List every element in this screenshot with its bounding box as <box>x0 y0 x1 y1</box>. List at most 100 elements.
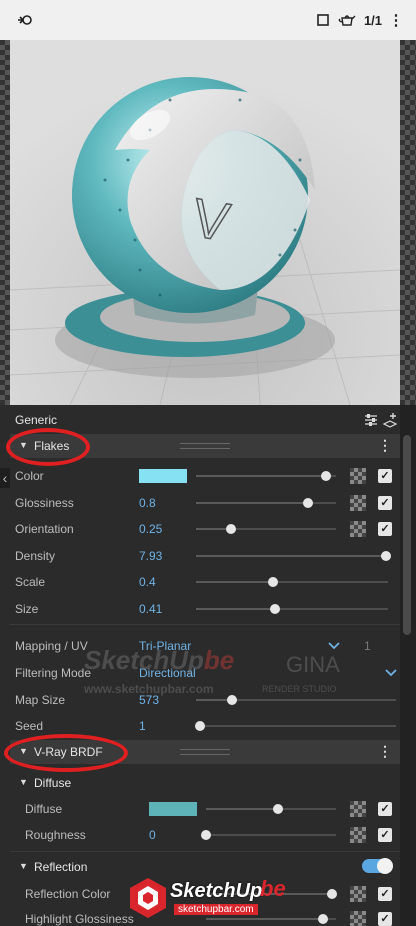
slider-knob[interactable] <box>321 471 332 481</box>
render-image: V <box>10 40 400 405</box>
reflection-title: Reflection <box>34 860 88 874</box>
chevron-down-icon[interactable] <box>328 639 340 653</box>
brand-watermark: SketchUpbe <box>84 645 235 675</box>
gina-watermark: GINA <box>286 652 340 677</box>
filtering-label: Filtering Mode <box>15 666 92 680</box>
add-layer-icon[interactable] <box>382 412 398 431</box>
collapse-triangle-icon[interactable]: ▼ <box>19 861 28 871</box>
slider-knob[interactable] <box>272 804 283 814</box>
preview-toolbar: 1/1 ⋮ <box>0 0 416 40</box>
highlight-ellipse <box>6 428 90 466</box>
param-row: Size 0.41 <box>10 596 400 622</box>
checker-background <box>0 40 10 405</box>
slider-knob[interactable] <box>269 604 280 614</box>
uv-channel[interactable]: 1 <box>364 639 371 653</box>
map-size-label: Map Size <box>15 693 66 707</box>
map-enable-checkbox[interactable]: ✓ <box>378 802 392 816</box>
param-slider[interactable] <box>196 497 336 508</box>
vertical-dots-icon[interactable]: ⋮ <box>378 743 392 760</box>
teapot-icon[interactable] <box>336 10 358 30</box>
reflection-toggle[interactable] <box>362 858 393 874</box>
chevron-down-icon[interactable] <box>385 666 397 680</box>
param-slider[interactable] <box>196 604 388 614</box>
drag-handle[interactable] <box>180 443 230 449</box>
param-value[interactable]: 0.4 <box>139 575 156 589</box>
render-icon[interactable] <box>14 10 36 30</box>
brand-logo: SketchUp be sketchupbar.com <box>128 876 288 920</box>
color-swatch[interactable] <box>139 469 187 483</box>
param-slider[interactable] <box>196 577 388 588</box>
param-row: Density 7.93 <box>10 543 400 569</box>
scrollbar-thumb[interactable] <box>403 435 411 635</box>
vertical-dots-icon[interactable]: ⋮ <box>378 437 392 454</box>
collapse-triangle-icon[interactable]: ▼ <box>19 777 28 787</box>
reflection-subsection-header[interactable]: ▼ Reflection <box>10 856 400 878</box>
slider-knob[interactable] <box>381 550 392 561</box>
param-label: Density <box>15 548 56 563</box>
param-slider[interactable] <box>196 550 392 561</box>
param-slider[interactable] <box>201 830 336 840</box>
texture-map-button[interactable] <box>350 801 366 817</box>
texture-map-button[interactable] <box>350 911 366 926</box>
texture-map-button[interactable] <box>350 494 366 511</box>
color-swatch[interactable] <box>149 802 197 816</box>
texture-map-button[interactable] <box>350 827 366 843</box>
slider-knob[interactable] <box>226 524 236 535</box>
map-enable-checkbox[interactable]: ✓ <box>378 495 392 510</box>
map-enable-checkbox[interactable]: ✓ <box>378 912 392 926</box>
texture-map-button[interactable] <box>350 886 366 902</box>
gina-sub-watermark: RENDER STUDIO <box>262 684 337 694</box>
seed-slider[interactable] <box>195 721 396 731</box>
panel-header: Generic <box>10 409 400 431</box>
slider-knob[interactable] <box>227 695 237 705</box>
slider-knob[interactable] <box>195 721 205 731</box>
material-preview: 1/1 ⋮ V <box>0 0 416 405</box>
param-row: Color ✓ <box>10 463 400 489</box>
seed-label: Seed <box>15 719 44 733</box>
param-value[interactable]: 0.8 <box>139 496 156 510</box>
slider-knob[interactable] <box>318 914 328 924</box>
texture-map-button[interactable] <box>350 468 366 484</box>
slider-knob[interactable] <box>303 497 313 508</box>
param-slider[interactable] <box>196 471 336 481</box>
param-label: Reflection Color <box>25 887 111 901</box>
square-icon[interactable] <box>314 10 332 30</box>
vertical-dots-icon[interactable]: ⋮ <box>388 10 404 30</box>
param-row: Roughness 0 ✓ <box>10 822 400 848</box>
param-label: Highlight Glossiness <box>25 912 134 926</box>
sliders-icon[interactable] <box>364 413 378 430</box>
param-label: Roughness <box>25 828 86 842</box>
param-value[interactable]: 7.93 <box>139 549 162 563</box>
panel-scrollbar[interactable] <box>400 405 416 926</box>
ratio-button[interactable]: 1/1 <box>362 10 384 30</box>
param-label: Scale <box>15 575 46 590</box>
param-slider[interactable] <box>196 524 336 535</box>
drag-handle[interactable] <box>180 749 230 755</box>
seed-value[interactable]: 1 <box>139 719 146 733</box>
slider-knob[interactable] <box>327 889 338 899</box>
mapping-label: Mapping / UV <box>15 639 88 653</box>
map-enable-checkbox[interactable]: ✓ <box>378 469 392 483</box>
divider <box>10 624 400 625</box>
param-row: Diffuse ✓ <box>10 796 400 822</box>
map-enable-checkbox[interactable]: ✓ <box>378 887 392 901</box>
param-label: Diffuse <box>25 802 63 816</box>
map-enable-checkbox[interactable]: ✓ <box>378 522 392 537</box>
param-value[interactable]: 0.41 <box>139 602 162 616</box>
map-enable-checkbox[interactable]: ✓ <box>378 828 392 842</box>
map-size-slider[interactable] <box>196 695 396 705</box>
slider-knob[interactable] <box>267 577 278 588</box>
collapse-arrow-icon[interactable]: ‹ <box>0 468 10 488</box>
diffuse-subsection-header[interactable]: ▼ Diffuse <box>10 772 400 794</box>
panel-header-label: Generic <box>15 413 58 427</box>
diffuse-title: Diffuse <box>34 776 72 790</box>
param-value[interactable]: 0.25 <box>139 522 162 536</box>
highlight-ellipse <box>4 734 128 772</box>
param-row: Orientation 0.25 ✓ <box>10 516 400 542</box>
param-slider[interactable] <box>206 804 336 814</box>
param-value[interactable]: 0 <box>149 828 156 842</box>
param-row: Scale 0.4 <box>10 569 400 595</box>
param-label: Orientation <box>15 522 74 537</box>
texture-map-button[interactable] <box>350 521 366 538</box>
slider-knob[interactable] <box>201 830 211 840</box>
